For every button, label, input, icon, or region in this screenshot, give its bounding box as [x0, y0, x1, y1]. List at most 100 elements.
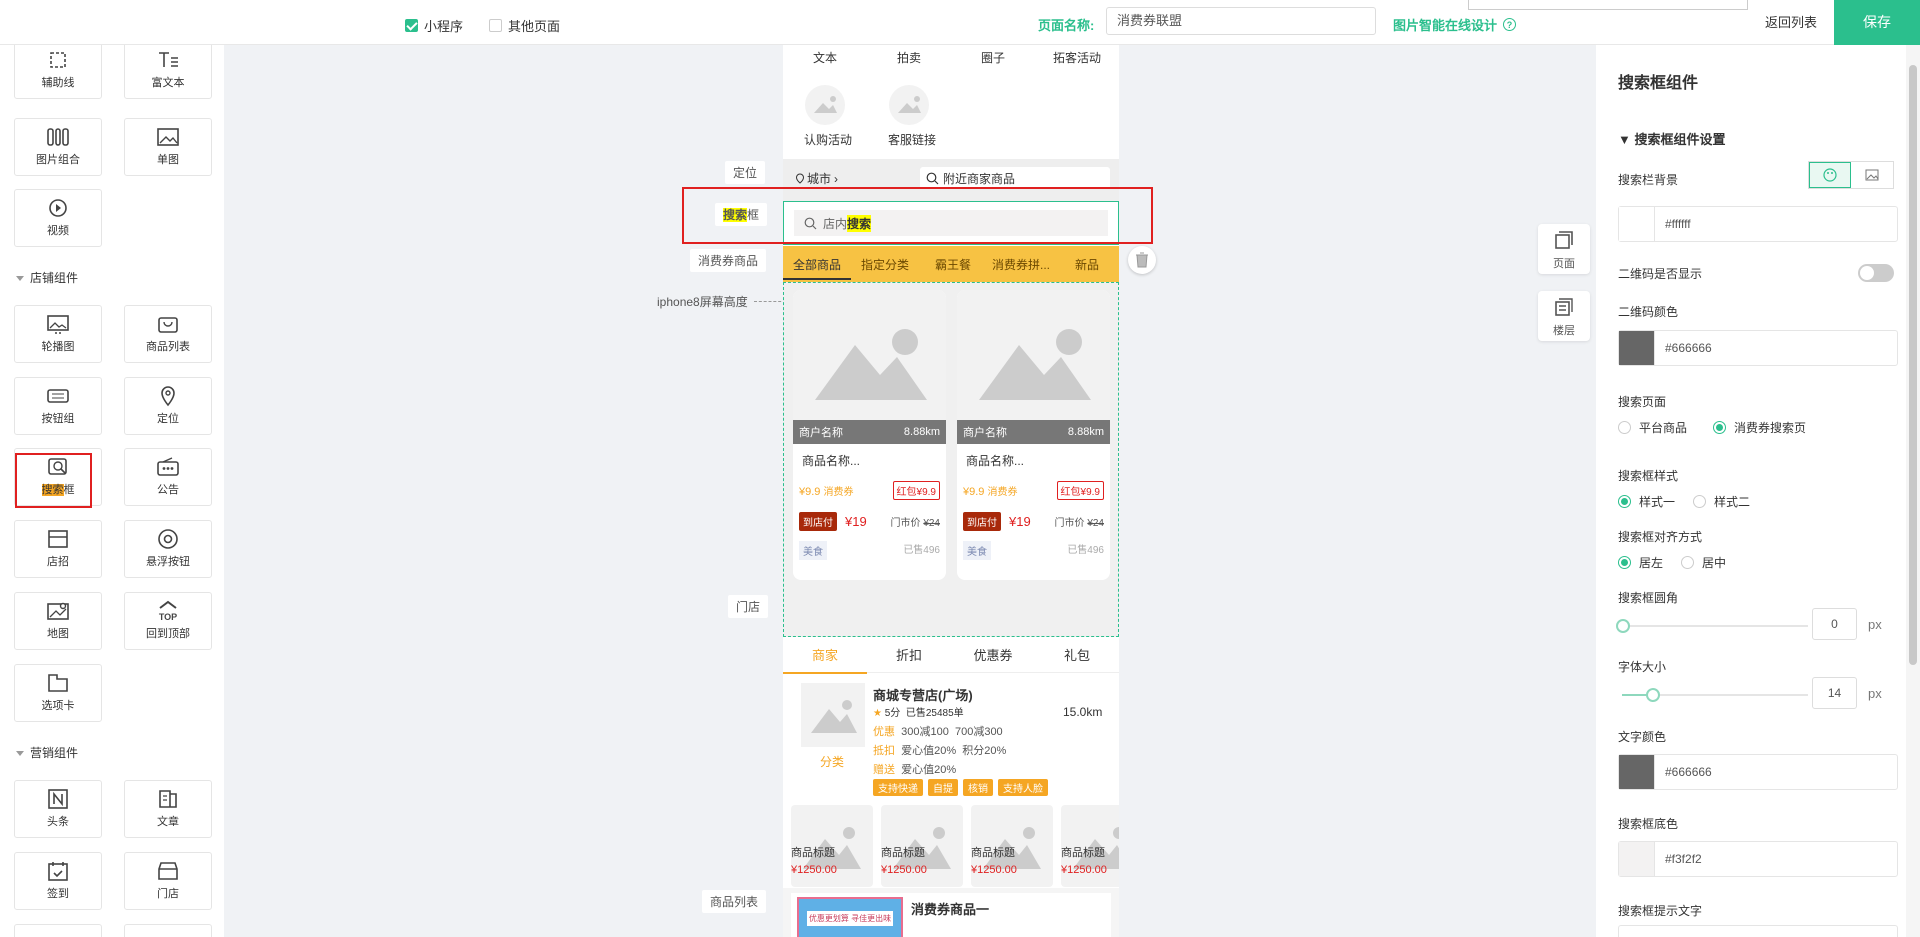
- comp-map[interactable]: 地图: [14, 592, 102, 650]
- palette-button[interactable]: [1809, 162, 1852, 188]
- design-link[interactable]: 图片智能在线设计 ?: [1393, 15, 1517, 34]
- tab-free-meal[interactable]: 霸王餐: [919, 256, 987, 273]
- radio-label: 样式一: [1639, 495, 1676, 509]
- search-page-options: 平台商品 消费券搜索页: [1618, 419, 1824, 436]
- nav-item-circle[interactable]: 圈子: [951, 49, 1035, 66]
- city-selector[interactable]: 城市 ›: [795, 170, 838, 187]
- comp-more-b[interactable]: [124, 924, 212, 937]
- font-size-input[interactable]: 14: [1812, 677, 1857, 709]
- store-name[interactable]: 商城专营店(广场): [873, 685, 973, 704]
- canvas-label-location[interactable]: 定位: [725, 161, 766, 184]
- nav-item-text[interactable]: 文本: [783, 49, 867, 66]
- page-name-input[interactable]: 消费券联盟: [1106, 7, 1376, 35]
- comp-more-a[interactable]: [14, 924, 102, 937]
- comp-signin[interactable]: 签到: [14, 852, 102, 910]
- base-color-swatch[interactable]: [1619, 842, 1655, 876]
- qr-color-field[interactable]: #666666: [1618, 330, 1898, 366]
- store-category-link[interactable]: 分类: [789, 753, 875, 770]
- save-button[interactable]: 保存: [1834, 0, 1920, 45]
- comp-article[interactable]: 文章: [124, 780, 212, 838]
- radio-label: 居左: [1639, 556, 1664, 570]
- settings-section-header[interactable]: ▼ 搜索框组件设置: [1618, 129, 1726, 148]
- comp-button-group[interactable]: 按钮组: [14, 377, 102, 435]
- bg-color-field[interactable]: #ffffff: [1618, 206, 1898, 242]
- tab-category[interactable]: 指定分类: [851, 256, 919, 273]
- radio-platform-goods[interactable]: 平台商品: [1618, 419, 1687, 436]
- qr-color-swatch[interactable]: [1619, 331, 1655, 365]
- align-label: 搜索框对齐方式: [1618, 530, 1703, 544]
- benefit-dikou-label: 抵扣: [873, 745, 895, 757]
- store-tab-coupon[interactable]: 优惠券: [951, 645, 1035, 664]
- comp-headline[interactable]: 头条: [14, 780, 102, 838]
- comp-image-group[interactable]: 图片组合: [14, 118, 102, 176]
- radio-align-left[interactable]: 居左: [1618, 554, 1663, 571]
- nav-item-activity[interactable]: 拓客活动: [1035, 49, 1119, 66]
- tab-all-goods[interactable]: 全部商品: [783, 256, 851, 280]
- qr-show-toggle[interactable]: [1858, 264, 1894, 282]
- store-rating-row: ★ 5分 已售25485单: [873, 704, 964, 719]
- comp-single-image[interactable]: 单图: [124, 118, 212, 176]
- base-color-field[interactable]: #f3f2f2: [1618, 841, 1898, 877]
- comp-float-button[interactable]: 悬浮按钮: [124, 520, 212, 578]
- goods-price: ¥1250.00: [791, 864, 837, 876]
- float-layer-button[interactable]: 楼层: [1538, 291, 1590, 341]
- radius-unit: px: [1868, 617, 1882, 632]
- comp-product-list[interactable]: 商品列表: [124, 305, 212, 363]
- store-tab-merchant[interactable]: 商家: [783, 636, 867, 674]
- store-tab-gift[interactable]: 礼包: [1035, 645, 1119, 664]
- nav-item-subscribe[interactable]: 认购活动: [795, 131, 861, 148]
- nav-item-service[interactable]: 客服链接: [879, 131, 945, 148]
- slider-knob[interactable]: [1616, 619, 1630, 633]
- store-tab-discount[interactable]: 折扣: [867, 645, 951, 664]
- miniprogram-checkbox[interactable]: 小程序: [405, 16, 463, 35]
- radius-slider[interactable]: [1616, 619, 1808, 633]
- comp-carousel[interactable]: 轮播图: [14, 305, 102, 363]
- comp-back-to-top[interactable]: TOP 回到顶部: [124, 592, 212, 650]
- comp-guide-line[interactable]: 辅助线: [14, 45, 102, 99]
- comp-video[interactable]: 视频: [14, 189, 102, 247]
- delete-component-button[interactable]: [1128, 246, 1156, 274]
- comp-shop-sign[interactable]: 店招: [14, 520, 102, 578]
- tab-coupon-group[interactable]: 消费券拼...: [987, 256, 1055, 273]
- radio-coupon-search[interactable]: 消费券搜索页: [1713, 419, 1806, 436]
- canvas-label-coupon-goods[interactable]: 消费券商品: [690, 249, 767, 272]
- product-card-2[interactable]: 商户名称 8.88km 商品名称... ¥9.9 消费券 红包¥9.9 到店付 ¥…: [957, 290, 1110, 580]
- canvas-label-product-list[interactable]: 商品列表: [702, 890, 767, 913]
- canvas-label-store[interactable]: 门店: [728, 595, 769, 618]
- radio-style-one[interactable]: 样式一: [1618, 493, 1675, 510]
- back-to-list-button[interactable]: 返回列表: [1748, 0, 1834, 45]
- highlight-search-component: [682, 187, 1153, 244]
- bg-color-swatch[interactable]: [1619, 207, 1655, 241]
- other-pages-checkbox[interactable]: 其他页面: [489, 16, 560, 35]
- radio-style-two[interactable]: 样式二: [1693, 493, 1750, 510]
- video-icon: [49, 199, 67, 217]
- tab-new[interactable]: 新品: [1055, 256, 1119, 273]
- panel-scrollbar[interactable]: [1906, 45, 1920, 937]
- category-tag: 美食: [963, 541, 991, 560]
- nearby-search[interactable]: 附近商家商品: [920, 167, 1110, 189]
- comp-store[interactable]: 门店: [124, 852, 212, 910]
- coupon-product-card[interactable]: 优惠更划算 寻佳更出味 消费券商品一: [791, 893, 1111, 937]
- scrollbar-thumb[interactable]: [1909, 65, 1917, 665]
- nav-item-auction[interactable]: 拍卖: [867, 49, 951, 66]
- bg-image-button[interactable]: [1851, 162, 1893, 188]
- image-placeholder-icon: [815, 329, 927, 400]
- shop-section-header[interactable]: 店铺组件: [16, 269, 78, 286]
- store-logo: [801, 683, 865, 747]
- comp-location[interactable]: 定位: [124, 377, 212, 435]
- comp-tab-card[interactable]: 选项卡: [14, 664, 102, 722]
- comp-rich-text[interactable]: 富文本: [124, 45, 212, 99]
- radio-label: 居中: [1702, 556, 1727, 570]
- product-card-1[interactable]: 商户名称 8.88km 商品名称... ¥9.9 消费券 红包¥9.9 到店付 ¥…: [793, 290, 946, 580]
- radio-align-center[interactable]: 居中: [1681, 554, 1726, 571]
- hint-text-field[interactable]: [1618, 925, 1898, 937]
- slider-knob[interactable]: [1646, 688, 1660, 702]
- text-color-field[interactable]: #666666: [1618, 754, 1898, 790]
- other-pages-label: 其他页面: [508, 19, 561, 34]
- comp-announcement[interactable]: 公告: [124, 448, 212, 506]
- text-color-swatch[interactable]: [1619, 755, 1655, 789]
- radius-input[interactable]: 0: [1812, 608, 1857, 640]
- font-size-slider[interactable]: [1622, 688, 1808, 702]
- float-page-button[interactable]: 页面: [1538, 224, 1590, 274]
- marketing-section-header[interactable]: 营销组件: [16, 744, 78, 761]
